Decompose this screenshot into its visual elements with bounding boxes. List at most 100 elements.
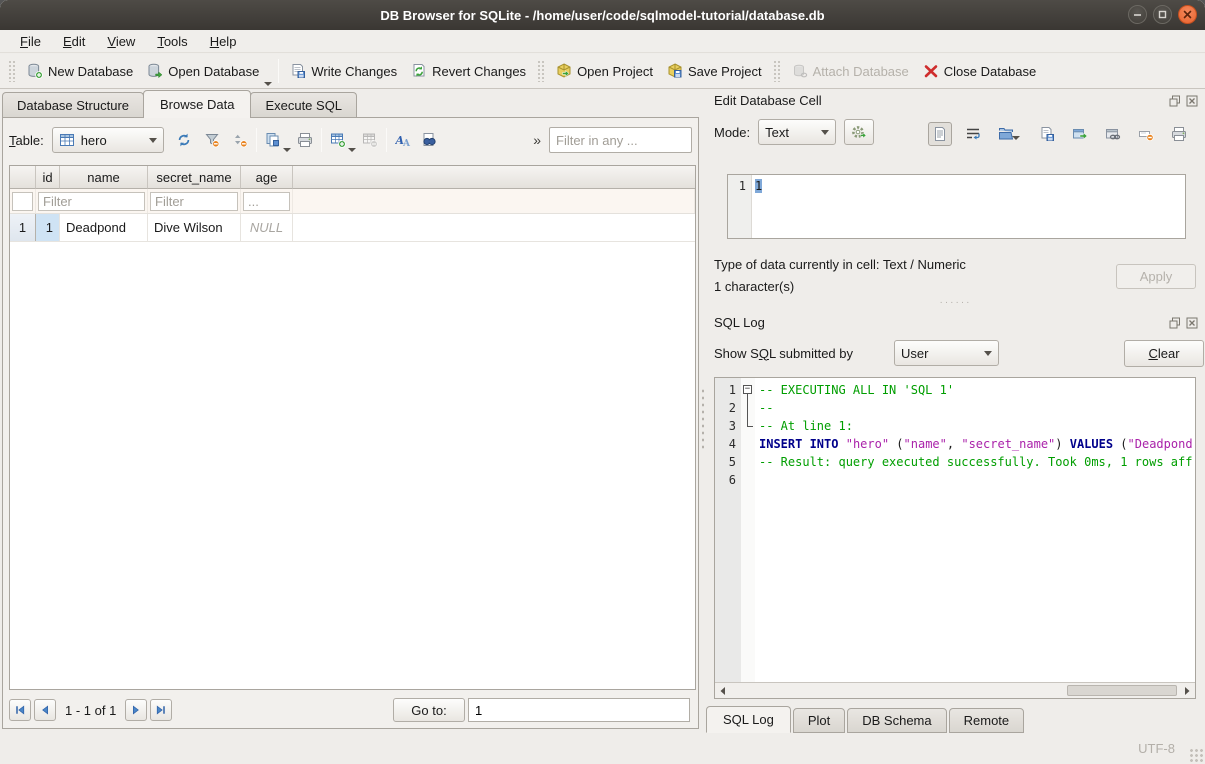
column-header-id[interactable]: id	[36, 166, 60, 189]
toolbar-separator	[386, 128, 387, 152]
float-panel-icon[interactable]	[1168, 316, 1182, 330]
tab-db-schema[interactable]: DB Schema	[847, 708, 946, 733]
apply-button: Apply	[1116, 264, 1196, 289]
cell-editor-value[interactable]: 1	[755, 179, 762, 193]
cell-age[interactable]: NULL	[241, 214, 293, 241]
resize-grip[interactable]	[1189, 748, 1203, 762]
row-header[interactable]: 1	[10, 214, 36, 241]
show-sql-label: Show SQL submitted by	[714, 346, 853, 361]
export-data-icon[interactable]	[1039, 126, 1055, 142]
float-panel-icon[interactable]	[1168, 94, 1182, 108]
copy-icon[interactable]	[265, 132, 281, 148]
minimize-button[interactable]	[1128, 5, 1147, 24]
insert-record-icon[interactable]	[330, 132, 346, 148]
import-data-button[interactable]	[998, 126, 1022, 142]
close-panel-icon[interactable]	[1185, 316, 1199, 330]
fold-collapse-icon[interactable]: −	[743, 385, 752, 394]
last-page-button[interactable]	[150, 699, 172, 721]
first-page-button[interactable]	[9, 699, 31, 721]
toolbar-drag-handle[interactable]	[773, 60, 781, 82]
toolbar-overflow-chevron[interactable]: »	[529, 132, 545, 148]
filter-secret-name-input[interactable]	[150, 192, 238, 211]
open-project-button[interactable]: Open Project	[549, 59, 660, 83]
set-null-icon[interactable]	[1138, 126, 1154, 142]
print-icon[interactable]	[1171, 126, 1187, 142]
filter-age-input[interactable]	[243, 192, 290, 211]
write-changes-icon	[290, 63, 306, 79]
link-icon[interactable]	[1105, 126, 1121, 142]
horizontal-scrollbar[interactable]	[715, 682, 1195, 698]
filter-name-input[interactable]	[38, 192, 145, 211]
tab-sql-log[interactable]: SQL Log	[706, 706, 791, 733]
find-icon[interactable]	[421, 132, 437, 148]
tab-browse-data[interactable]: Browse Data	[143, 90, 251, 118]
copy-dropdown-icon[interactable]	[283, 148, 291, 152]
close-database-button[interactable]: Close Database	[916, 59, 1044, 83]
text-mode-toggle[interactable]	[928, 122, 952, 146]
table-selector[interactable]: hero	[52, 127, 164, 153]
column-header-age[interactable]: age	[241, 166, 293, 189]
filter-any-column-input[interactable]	[549, 127, 692, 153]
dock-splitter-handle[interactable]: ······	[706, 300, 1205, 306]
tab-remote[interactable]: Remote	[949, 708, 1025, 733]
clear-filters-icon[interactable]	[204, 132, 220, 148]
cell-id[interactable]: 1	[36, 214, 60, 241]
clear-log-button[interactable]: Clear	[1124, 340, 1204, 367]
chevron-down-icon	[149, 138, 157, 143]
sql-log-editor[interactable]: 123456 − -- EXECUTING ALL IN 'SQL 1'----…	[714, 377, 1196, 699]
scrollbar-thumb[interactable]	[1067, 685, 1177, 696]
open-database-dropdown-icon[interactable]	[264, 82, 272, 86]
open-in-external-icon[interactable]	[1072, 126, 1088, 142]
cell-secret-name[interactable]: Dive Wilson	[148, 214, 241, 241]
word-wrap-icon[interactable]	[965, 126, 981, 142]
last-page-icon	[155, 704, 167, 716]
mode-selector[interactable]: Text	[758, 119, 836, 145]
tab-plot[interactable]: Plot	[793, 708, 845, 733]
sql-log-gutter: 123456	[715, 378, 741, 682]
cell-value-editor[interactable]: 1 1	[727, 174, 1186, 239]
refresh-icon[interactable]	[176, 132, 192, 148]
gear-apply-icon	[851, 124, 867, 140]
save-project-button[interactable]: Save Project	[660, 59, 769, 83]
goto-button[interactable]: Go to:	[393, 698, 465, 722]
column-header-name[interactable]: name	[60, 166, 148, 189]
format-font-icon[interactable]: AA	[395, 132, 411, 148]
revert-changes-button[interactable]: Revert Changes	[404, 59, 533, 83]
tab-execute-sql[interactable]: Execute SQL	[250, 92, 357, 118]
scroll-left-icon[interactable]	[715, 683, 731, 698]
cell-name[interactable]: Deadpond	[60, 214, 148, 241]
column-header-secret-name[interactable]: secret_name	[148, 166, 241, 189]
edit-cell-toolbar	[932, 121, 1199, 147]
menu-help[interactable]: Help	[200, 32, 247, 51]
print-icon[interactable]	[297, 132, 313, 148]
auto-switch-mode-button[interactable]	[844, 119, 874, 145]
menu-view[interactable]: View	[97, 32, 145, 51]
insert-record-dropdown-icon[interactable]	[348, 148, 356, 152]
table-label: Table:	[9, 133, 44, 148]
close-panel-icon[interactable]	[1185, 94, 1199, 108]
filter-rowid-input[interactable]	[12, 192, 33, 211]
open-database-button[interactable]: Open Database	[140, 59, 266, 83]
import-dropdown-icon[interactable]	[1012, 136, 1020, 140]
toolbar-drag-handle[interactable]	[537, 60, 545, 82]
sql-log-fold-margin: −	[741, 378, 755, 682]
menu-edit[interactable]: Edit	[53, 32, 95, 51]
encoding-indicator[interactable]: UTF-8	[1138, 741, 1175, 756]
sql-log-code[interactable]: -- EXECUTING ALL IN 'SQL 1'---- At line …	[755, 378, 1195, 682]
write-changes-button[interactable]: Write Changes	[283, 59, 404, 83]
goto-input[interactable]	[468, 698, 690, 722]
menu-file[interactable]: File	[10, 32, 51, 51]
clear-sorting-icon[interactable]	[232, 132, 248, 148]
menu-tools[interactable]: Tools	[147, 32, 197, 51]
scroll-right-icon[interactable]	[1179, 683, 1195, 698]
close-button[interactable]	[1178, 5, 1197, 24]
sql-source-selector[interactable]: User	[894, 340, 999, 366]
next-page-button[interactable]	[125, 699, 147, 721]
previous-page-button[interactable]	[34, 699, 56, 721]
toolbar-drag-handle[interactable]	[8, 60, 16, 82]
toolbar-separator	[256, 128, 257, 152]
maximize-button[interactable]	[1153, 5, 1172, 24]
sql-log-dock-title: SQL Log	[714, 315, 765, 330]
new-database-button[interactable]: New Database	[20, 59, 140, 83]
tab-database-structure[interactable]: Database Structure	[2, 92, 144, 118]
